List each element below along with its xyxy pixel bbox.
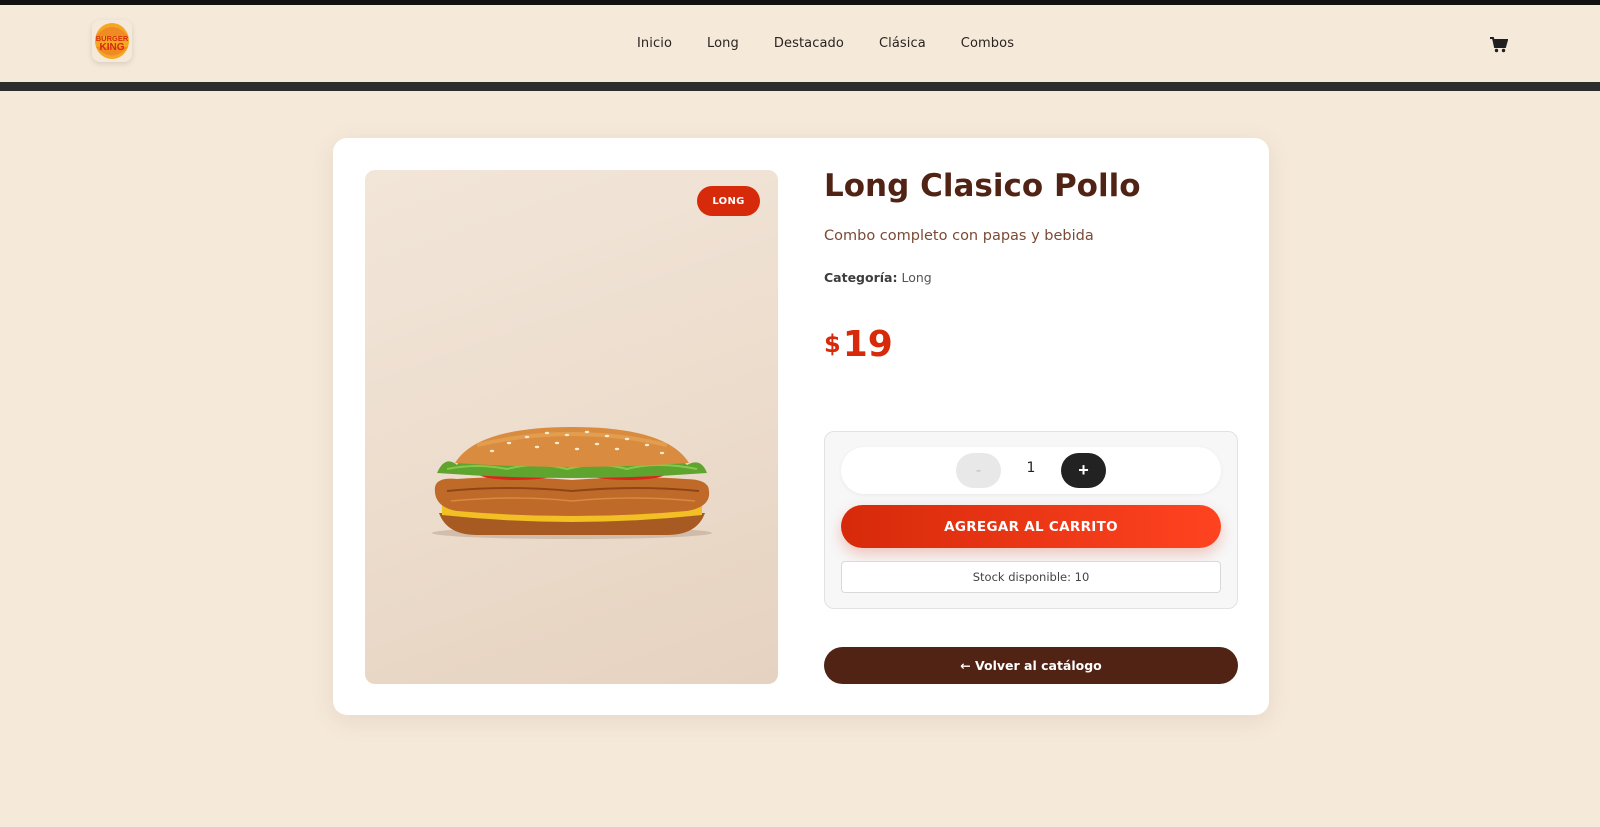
navbar-bottom-border [0, 82, 1600, 91]
logo-text-bottom: KING [100, 42, 125, 53]
category-label: Categoría: [824, 270, 898, 285]
nav-link-long[interactable]: Long [707, 36, 739, 51]
stock-info: Stock disponible: 10 [841, 561, 1221, 593]
add-to-cart-button[interactable]: AGREGAR AL CARRITO [841, 505, 1221, 548]
quantity-value: 1 [1026, 460, 1036, 476]
nav-link-combos[interactable]: Combos [961, 36, 1014, 51]
category-badge: LONG [697, 186, 760, 216]
quantity-stepper: - 1 + [841, 447, 1221, 494]
main-nav: Inicio Long Destacado Clásica Combos [637, 36, 1049, 51]
product-category: Categoría: Long [824, 270, 932, 285]
price-currency: $ [824, 330, 841, 358]
back-to-catalog-button[interactable]: ← Volver al catálogo [824, 647, 1238, 684]
cart-icon[interactable] [1490, 37, 1509, 53]
product-card: LONG Long Clasico Pollo Combo completo c… [333, 138, 1269, 715]
increase-quantity-button[interactable]: + [1061, 453, 1106, 488]
burger-king-logo[interactable]: BURGER KING [92, 20, 132, 62]
navbar: BURGER KING Inicio Long Destacado Clásic… [0, 5, 1600, 82]
category-value: Long [901, 270, 932, 285]
decrease-quantity-button[interactable]: - [956, 453, 1001, 488]
nav-link-inicio[interactable]: Inicio [637, 36, 672, 51]
nav-link-destacado[interactable]: Destacado [774, 36, 844, 51]
price-amount: 19 [842, 324, 893, 365]
chicken-sandwich-image [432, 427, 712, 539]
product-image-panel: LONG [365, 170, 778, 684]
purchase-box: - 1 + AGREGAR AL CARRITO Stock disponibl… [824, 431, 1238, 609]
nav-link-clasica[interactable]: Clásica [879, 36, 926, 51]
product-title: Long Clasico Pollo [824, 168, 1141, 204]
product-description: Combo completo con papas y bebida [824, 228, 1094, 244]
product-price: $19 [824, 324, 893, 365]
